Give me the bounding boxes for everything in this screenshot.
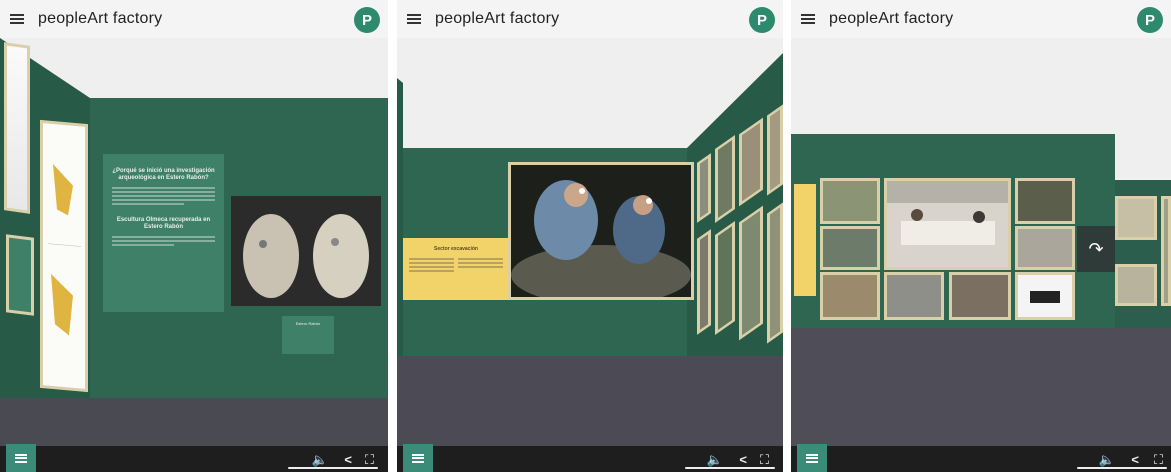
- sculpture-photo[interactable]: [231, 196, 381, 306]
- grid-photo[interactable]: [820, 272, 880, 320]
- floor: [397, 356, 783, 446]
- fullscreen-icon[interactable]: ⛶: [760, 452, 769, 468]
- board-paragraph: [112, 187, 215, 205]
- yellow-info-panel[interactable]: [794, 184, 816, 296]
- app-header: peopleArt factory P: [397, 0, 783, 38]
- map-poster[interactable]: [40, 119, 88, 393]
- bottom-toolbar: 🔈 < ⛶: [397, 444, 783, 472]
- grid-photo[interactable]: [1015, 272, 1075, 320]
- board-heading-1: ¿Porqué se inició una investigación arqu…: [112, 168, 215, 181]
- back-wall-photo[interactable]: [1115, 196, 1157, 240]
- avatar[interactable]: P: [749, 7, 775, 33]
- virtual-room[interactable]: ↷: [791, 38, 1171, 446]
- wall-photo[interactable]: [697, 229, 711, 335]
- fullscreen-icon[interactable]: ⛶: [365, 452, 374, 468]
- back-wall-photo[interactable]: [1115, 264, 1157, 306]
- grid-photo[interactable]: [820, 178, 880, 224]
- grid-photo-large[interactable]: [884, 178, 1011, 270]
- menu-button[interactable]: [6, 444, 36, 472]
- brand-title: peopleArt factory: [38, 10, 163, 27]
- avatar[interactable]: P: [354, 7, 380, 33]
- info-card-frame[interactable]: [6, 234, 34, 316]
- forward-arrow-icon[interactable]: ↷: [1077, 226, 1115, 272]
- menu-icon: [806, 453, 818, 463]
- menu-button[interactable]: [797, 444, 827, 472]
- share-icon[interactable]: <: [1131, 452, 1139, 468]
- wall-photo[interactable]: [739, 205, 763, 341]
- home-indicator: [685, 467, 775, 469]
- excavation-image: [511, 165, 691, 305]
- menu-icon: [15, 453, 27, 463]
- menu-icon[interactable]: [407, 14, 421, 24]
- grid-photo[interactable]: [949, 272, 1011, 320]
- brand-title: peopleArt factory: [435, 10, 560, 27]
- floor: [791, 328, 1171, 446]
- avatar[interactable]: P: [1137, 7, 1163, 33]
- back-wall-photo[interactable]: [1161, 196, 1171, 306]
- small-info-card[interactable]: Estero Rabón: [282, 316, 334, 354]
- gallery-view-3: peopleArt factory P ↷ 🔈 < ⛶: [791, 0, 1171, 472]
- speaker-icon[interactable]: 🔈: [312, 452, 328, 468]
- app-header: peopleArt factory P: [791, 0, 1171, 38]
- menu-button[interactable]: [403, 444, 433, 472]
- app-header: peopleArt factory P: [0, 0, 388, 38]
- home-indicator: [288, 467, 378, 469]
- wall-photo[interactable]: [767, 202, 783, 344]
- brand-title: peopleArt factory: [829, 10, 954, 27]
- speaker-icon[interactable]: 🔈: [1099, 452, 1115, 468]
- wall-photo[interactable]: [715, 134, 735, 224]
- grid-photo[interactable]: [1015, 178, 1075, 224]
- virtual-room[interactable]: Sector excavación: [397, 38, 783, 446]
- home-indicator: [1077, 467, 1167, 469]
- bottom-toolbar: 🔈 < ⛶: [791, 444, 1171, 472]
- grid-photo[interactable]: [1015, 226, 1075, 270]
- wall-photo[interactable]: [697, 153, 711, 223]
- artwork-frame[interactable]: [4, 42, 30, 214]
- bottom-toolbar: 🔈 < ⛶: [0, 444, 388, 472]
- gallery-view-2: peopleArt factory P Sector excavación 🔈 …: [397, 0, 783, 472]
- gallery-view-1: peopleArt factory P ¿Porqué se inició un…: [0, 0, 388, 472]
- grid-photo[interactable]: [884, 272, 944, 320]
- wall-photo[interactable]: [715, 220, 735, 336]
- info-text-board[interactable]: ¿Porqué se inició una investigación arqu…: [103, 154, 224, 312]
- sculpture-image: [231, 196, 381, 306]
- share-icon[interactable]: <: [344, 452, 352, 468]
- virtual-room[interactable]: ¿Porqué se inició una investigación arqu…: [0, 38, 388, 446]
- board-heading-2: Escultura Olmeca recuperada en Estero Ra…: [116, 217, 211, 230]
- artifact-shape: [1030, 291, 1060, 303]
- fullscreen-icon[interactable]: ⛶: [1154, 452, 1163, 468]
- share-icon[interactable]: <: [739, 452, 747, 468]
- excavation-photo[interactable]: [508, 162, 694, 305]
- speaker-icon[interactable]: 🔈: [707, 452, 723, 468]
- wall-photo[interactable]: [767, 104, 783, 196]
- floor: [0, 398, 388, 446]
- yellow-info-panel[interactable]: Sector excavación: [403, 238, 509, 300]
- lab-image: [887, 181, 1008, 267]
- menu-icon: [412, 453, 424, 463]
- menu-icon[interactable]: [10, 14, 24, 24]
- menu-icon[interactable]: [801, 14, 815, 24]
- grid-photo[interactable]: [820, 226, 880, 270]
